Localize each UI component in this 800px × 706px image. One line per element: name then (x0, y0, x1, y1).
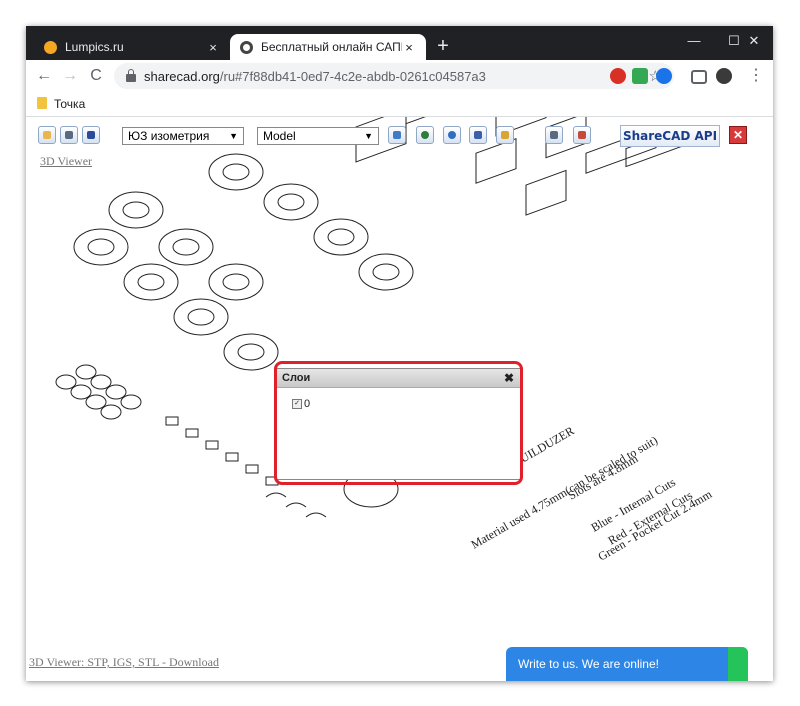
tab-close-icon[interactable]: × (402, 40, 416, 55)
address-bar-row: ← → C sharecad.org/ru#7f88db41-0ed7-4c2e… (26, 60, 773, 92)
chat-label: Write to us. We are online! (518, 657, 659, 671)
image-export-button[interactable] (496, 126, 514, 144)
extension-icon[interactable] (610, 68, 626, 84)
tab-lumpics[interactable]: Lumpics.ru × (34, 34, 230, 60)
layers-icon (393, 131, 401, 139)
reload-button[interactable]: C (86, 66, 106, 86)
zoom-in-button[interactable] (416, 126, 434, 144)
extension-globe-icon[interactable] (656, 68, 672, 84)
reading-list-icon[interactable] (691, 70, 707, 84)
paint-button[interactable] (573, 126, 591, 144)
layout-select[interactable]: Model ▼ (257, 127, 379, 145)
copy-icon (550, 131, 558, 139)
tab-title: Бесплатный онлайн САПР прос (261, 40, 402, 54)
url-path: /ru#7f88db41-0ed7-4c2e-abdb-0261c04587a3 (219, 68, 486, 84)
view-select[interactable]: ЮЗ изометрия ▼ (122, 127, 244, 145)
browser-window: Lumpics.ru × Бесплатный онлайн САПР прос… (26, 26, 773, 681)
open-file-button[interactable] (38, 126, 56, 144)
chevron-down-icon: ▼ (229, 131, 238, 141)
close-viewer-button[interactable]: ✕ (729, 126, 747, 144)
zoom-extents-icon (474, 131, 482, 139)
view-select-value: ЮЗ изометрия (128, 129, 210, 143)
browser-menu-icon[interactable]: ⋮ (746, 66, 766, 86)
image-icon (501, 131, 509, 139)
bookmarks-bar: Точка (26, 92, 773, 117)
chat-accent (728, 647, 748, 681)
title-bar: Lumpics.ru × Бесплатный онлайн САПР прос… (26, 26, 773, 60)
download-link[interactable]: 3D Viewer: STP, IGS, STL - Download (29, 655, 219, 670)
extension-check-icon[interactable] (632, 68, 648, 84)
forward-button[interactable]: → (60, 66, 80, 86)
chat-widget[interactable]: Write to us. We are online! (506, 647, 748, 681)
sharecad-api-button[interactable]: ShareCAD API (620, 125, 720, 147)
new-tab-button[interactable]: + (432, 35, 454, 57)
url-host: sharecad.org (144, 68, 220, 84)
sharecad-page: BUILDUZER Material used 4.75mm(can be sc… (26, 117, 773, 681)
paint-icon (578, 131, 586, 139)
folder-icon (43, 131, 51, 139)
close-window-button[interactable]: ✕ (734, 30, 773, 52)
tab-sharecad[interactable]: Бесплатный онлайн САПР прос × (230, 34, 426, 60)
minimize-button[interactable]: — (674, 30, 714, 52)
print-button[interactable] (60, 126, 78, 144)
window-icon (87, 131, 95, 139)
zoom-out-icon (448, 131, 456, 139)
tab-title: Lumpics.ru (65, 40, 124, 54)
layers-button[interactable] (388, 126, 406, 144)
bookmark-tochka[interactable]: Точка (54, 97, 85, 111)
lock-icon (126, 69, 136, 82)
folder-icon (37, 97, 47, 109)
layout-select-value: Model (263, 129, 296, 143)
highlight-frame (274, 361, 523, 485)
view-mode-button[interactable] (82, 126, 100, 144)
chevron-down-icon: ▼ (364, 131, 373, 141)
zoom-extents-button[interactable] (469, 126, 487, 144)
zoom-in-icon (421, 131, 429, 139)
viewer-link[interactable]: 3D Viewer (40, 154, 92, 169)
globe-favicon-icon (240, 40, 253, 54)
avatar[interactable] (716, 68, 732, 84)
address-bar[interactable]: sharecad.org/ru#7f88db41-0ed7-4c2e-abdb-… (114, 63, 674, 89)
copy-button[interactable] (545, 126, 563, 144)
printer-icon (65, 131, 73, 139)
zoom-out-button[interactable] (443, 126, 461, 144)
tab-close-icon[interactable]: × (206, 40, 220, 55)
lumpics-favicon-icon (44, 40, 57, 54)
back-button[interactable]: ← (34, 66, 54, 86)
